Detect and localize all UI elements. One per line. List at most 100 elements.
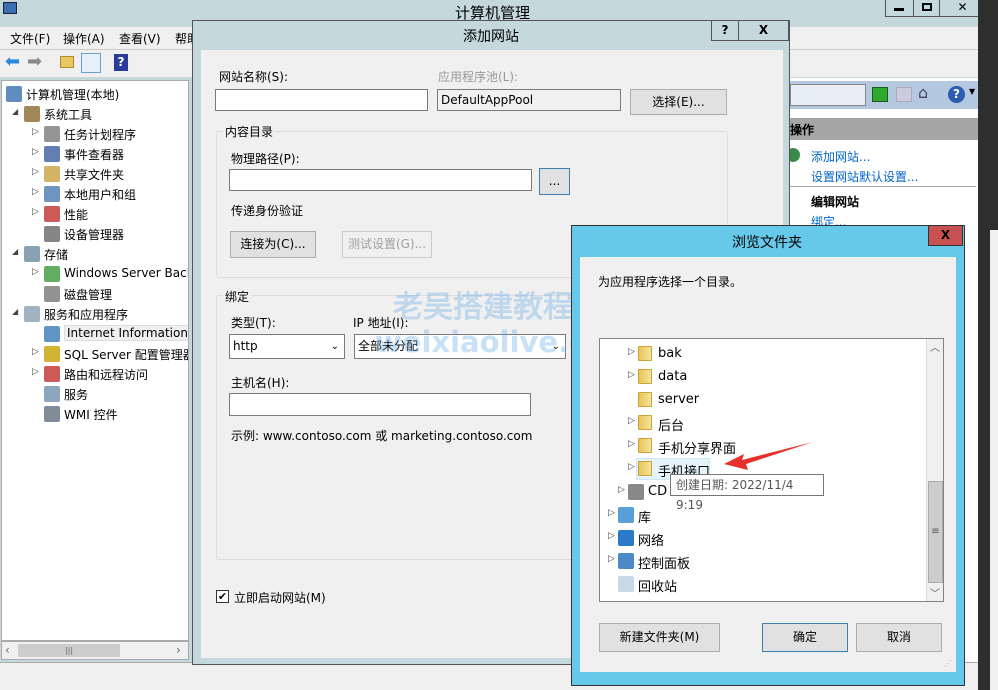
services-apps-icon (24, 306, 40, 322)
forward-icon[interactable]: ➡ (27, 51, 42, 72)
collapsed-arrow-icon[interactable]: ▷ (32, 207, 39, 217)
folder-item-label: bak (658, 346, 682, 361)
collapsed-arrow-icon[interactable]: ▷ (618, 485, 625, 495)
tree-item[interactable]: WMI 控件 (2, 404, 188, 424)
menu-action[interactable]: 操作(A) (63, 30, 105, 47)
browse-path-button[interactable]: ... (539, 168, 570, 195)
site-name-input[interactable] (215, 89, 428, 111)
folder-item[interactable]: ▷ 后台 (600, 412, 926, 434)
folder-icon (638, 392, 652, 407)
tree-item[interactable]: 设备管理器 (2, 224, 188, 244)
browse-close-button[interactable]: X (928, 226, 963, 246)
expanded-arrow-icon[interactable]: ◢ (12, 247, 18, 256)
scroll-thumb[interactable]: ||| (18, 644, 120, 657)
collapsed-arrow-icon[interactable]: ▷ (608, 554, 615, 564)
folder-item[interactable]: 回收站 (600, 573, 926, 595)
collapsed-arrow-icon[interactable]: ▷ (628, 439, 635, 449)
start-now-checkbox[interactable]: ✔ (216, 590, 229, 603)
home-icon[interactable]: ⌂ (918, 83, 928, 102)
collapsed-arrow-icon[interactable]: ▷ (32, 187, 39, 197)
tree-item[interactable]: ◢ 服务和应用程序 (2, 304, 188, 324)
select-app-pool-button[interactable]: 选择(E)... (630, 89, 727, 115)
tree-item[interactable]: Internet Information S (2, 324, 188, 344)
tree-item[interactable]: 计算机管理(本地) (2, 84, 188, 104)
tools-icon (24, 106, 40, 122)
folder-item[interactable]: ▷ bak (600, 343, 926, 365)
tree-item[interactable]: ▷ 事件查看器 (2, 144, 188, 164)
iis-help-icon[interactable]: ? (948, 86, 965, 103)
app-pool-label: 应用程序池(L): (438, 70, 519, 84)
folder-item[interactable]: ▷ 控制面板 (600, 550, 926, 572)
tree-item[interactable]: ▷ 本地用户和组 (2, 184, 188, 204)
scroll-down-icon[interactable]: ﹀ (930, 585, 940, 600)
add-site-link[interactable]: 添加网站... (811, 148, 870, 165)
folder-icon (638, 369, 652, 384)
site-defaults-link[interactable]: 设置网站默认设置... (811, 168, 918, 185)
collapsed-arrow-icon[interactable]: ▷ (628, 462, 635, 472)
tree-item[interactable]: ◢ 存储 (2, 244, 188, 264)
start-now-label[interactable]: 立即启动网站(M) (234, 589, 326, 606)
storage-icon (24, 246, 40, 262)
window-controls: ✕ (885, 0, 986, 17)
help-button[interactable]: ? (711, 21, 739, 41)
help-icon[interactable]: ? (114, 54, 128, 71)
tree-item[interactable]: ▷ 性能 (2, 204, 188, 224)
tree-item[interactable]: 磁盘管理 (2, 284, 188, 304)
collapsed-arrow-icon[interactable]: ▷ (628, 416, 635, 426)
tree-item[interactable]: ▷ SQL Server 配置管理器 (2, 344, 188, 364)
tree-item[interactable]: ▷ 共享文件夹 (2, 164, 188, 184)
tree-item[interactable]: ▷ Windows Server Back (2, 264, 188, 284)
iis-address-input[interactable] (790, 84, 866, 106)
collapsed-arrow-icon[interactable]: ▷ (628, 370, 635, 380)
menu-view[interactable]: 查看(V) (119, 30, 161, 47)
back-icon[interactable]: ⬅ (5, 51, 20, 72)
scroll-thumb[interactable]: ≡ (928, 481, 943, 583)
collapsed-arrow-icon[interactable]: ▷ (608, 531, 615, 541)
folder-item-label: 控制面板 (638, 557, 691, 572)
tree-item[interactable]: ▷ 路由和远程访问 (2, 364, 188, 384)
disk-icon (44, 286, 60, 302)
up-folder-icon[interactable] (60, 56, 74, 68)
maximize-button[interactable] (914, 0, 940, 16)
scroll-left-icon[interactable]: ‹ (5, 643, 10, 657)
folder-item[interactable]: server (600, 389, 926, 411)
show-hide-pane-icon[interactable] (81, 53, 101, 73)
scroll-up-icon[interactable]: ︿ (930, 339, 940, 354)
chevron-down-icon[interactable]: ▼ (969, 87, 975, 96)
device-manager-icon (44, 226, 60, 242)
tree-item[interactable]: ◢ 系统工具 (2, 104, 188, 124)
menu-file[interactable]: 文件(F) (10, 30, 50, 47)
refresh-icon[interactable] (872, 87, 888, 102)
folder-item[interactable]: ▷ 网络 (600, 527, 926, 549)
cancel-button[interactable]: 取消 (856, 623, 942, 652)
close-button[interactable]: X (739, 21, 789, 41)
collapsed-arrow-icon[interactable]: ▷ (32, 147, 39, 157)
collapsed-arrow-icon[interactable]: ▷ (32, 127, 39, 137)
folder-item[interactable]: ▷ data (600, 366, 926, 388)
scroll-right-icon[interactable]: › (176, 643, 181, 657)
tree-horizontal-scrollbar[interactable]: ‹ ||| › (1, 641, 189, 660)
folder-tree-scrollbar[interactable]: ︿ ≡ ﹀ (926, 339, 943, 601)
collapsed-arrow-icon[interactable]: ▷ (32, 347, 39, 357)
collapsed-arrow-icon[interactable]: ▷ (608, 508, 615, 518)
minimize-button[interactable] (886, 0, 914, 16)
collapsed-arrow-icon[interactable]: ▷ (32, 267, 39, 277)
expanded-arrow-icon[interactable]: ◢ (12, 307, 18, 316)
host-name-input[interactable] (229, 393, 531, 416)
tree-item[interactable]: 服务 (2, 384, 188, 404)
collapsed-arrow-icon[interactable]: ▷ (32, 167, 39, 177)
computer-icon (6, 86, 22, 102)
physical-path-input[interactable] (229, 169, 532, 191)
folder-item[interactable]: ▷ 库 (600, 504, 926, 526)
new-folder-button[interactable]: 新建文件夹(M) (599, 623, 720, 652)
collapsed-arrow-icon[interactable]: ▷ (628, 347, 635, 357)
stop-icon[interactable] (896, 87, 912, 102)
tree-item[interactable]: ▷ 任务计划程序 (2, 124, 188, 144)
collapsed-arrow-icon[interactable]: ▷ (32, 367, 39, 377)
type-select[interactable]: http ⌄ (229, 334, 345, 359)
ok-button[interactable]: 确定 (762, 623, 848, 652)
expanded-arrow-icon[interactable]: ◢ (12, 107, 18, 116)
app-icon (3, 2, 17, 14)
connect-as-button[interactable]: 连接为(C)... (230, 231, 316, 258)
resize-grip-icon[interactable]: ⋰ (944, 659, 952, 668)
